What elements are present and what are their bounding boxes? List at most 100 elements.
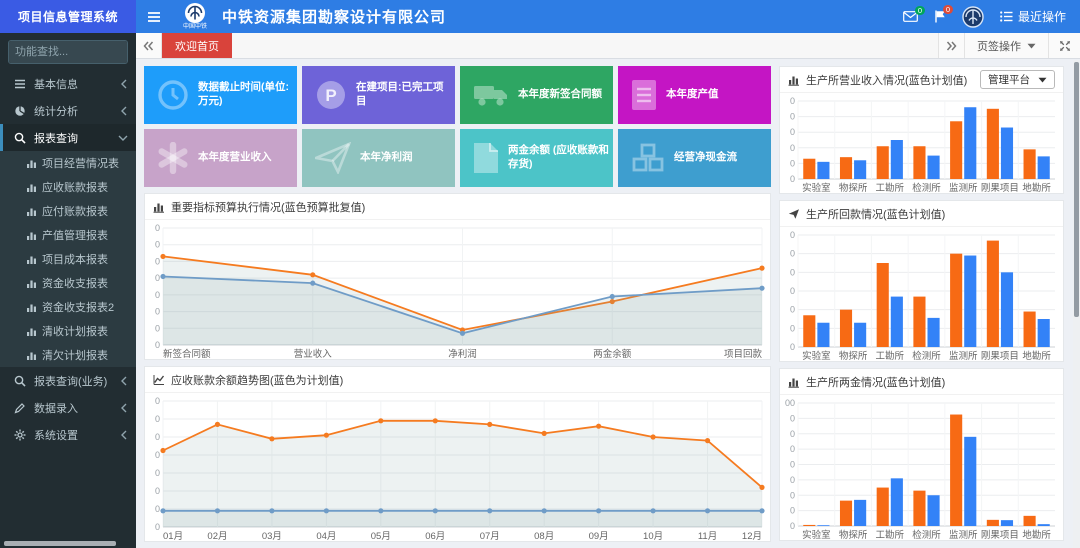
page-scrollbar-thumb[interactable] xyxy=(1074,62,1079,317)
svg-text:0: 0 xyxy=(790,506,795,516)
svg-text:09月: 09月 xyxy=(589,531,609,542)
svg-text:0: 0 xyxy=(155,486,160,496)
svg-text:04月: 04月 xyxy=(316,531,336,542)
sidebar-subitem-label: 清欠计划报表 xyxy=(42,347,108,363)
svg-text:实验室: 实验室 xyxy=(802,182,831,194)
tabs-scroll-right-button[interactable] xyxy=(938,33,964,58)
sidebar-item-4[interactable]: 数据录入 xyxy=(0,394,136,421)
kpi-card-7[interactable]: 经营净现金流 xyxy=(618,129,771,187)
caret-down-icon xyxy=(1027,43,1036,49)
bar-chart-icon xyxy=(26,278,36,288)
kpi-card-3[interactable]: 本年度产值 xyxy=(618,66,771,124)
sidebar-scrollbar[interactable] xyxy=(4,541,116,546)
pie-icon xyxy=(14,105,26,117)
sidebar-subitem[interactable]: 清收计划报表 xyxy=(0,319,136,343)
chart-area[interactable]: 0000000000实验室物探所工勘所检测所监测所刚果项目地勘所 xyxy=(780,395,1063,541)
svg-text:0: 0 xyxy=(155,450,160,460)
paper-plane-icon xyxy=(788,208,800,220)
svg-text:0: 0 xyxy=(155,307,160,317)
kpi-card-0[interactable]: 数据截止时间(单位: 万元) xyxy=(144,66,297,124)
tab-operations-dropdown[interactable]: 页签操作 xyxy=(964,33,1048,58)
sidebar-search xyxy=(8,40,128,64)
sidebar-subitem[interactable]: 资金收支报表2 xyxy=(0,295,136,319)
header-actions: 0 0 最近操作 xyxy=(903,6,1080,28)
notifications-count-badge: 0 xyxy=(943,5,953,14)
sidebar-subitem[interactable]: 清欠计划报表 xyxy=(0,343,136,367)
chart-area[interactable]: 0000000001月02月03月04月05月06月07月08月09月10月11… xyxy=(145,393,770,542)
sidebar-subitem[interactable]: 应收账款报表 xyxy=(0,175,136,199)
sidebar-item-5[interactable]: 系统设置 xyxy=(0,421,136,448)
svg-text:0: 0 xyxy=(790,475,795,485)
notifications-button[interactable]: 0 xyxy=(934,10,946,23)
user-emblem-button[interactable] xyxy=(962,6,984,28)
cubes-icon xyxy=(631,143,665,173)
svg-text:03月: 03月 xyxy=(262,531,282,542)
bar-chart-icon xyxy=(26,158,36,168)
svg-text:0: 0 xyxy=(790,305,795,315)
svg-text:刚果项目: 刚果项目 xyxy=(981,183,1019,194)
panel-header: 生产所两金情况(蓝色计划值) xyxy=(780,369,1063,395)
chart-area[interactable]: 0000000实验室物探所工勘所检测所监测所刚果项目地勘所 xyxy=(780,227,1063,362)
dashboard-content: 数据截止时间(单位: 万元)P在建项目:已完工项目本年度新签合同额本年度产值本年… xyxy=(136,60,1070,548)
tab-welcome-home[interactable]: 欢迎首页 xyxy=(162,33,232,58)
sidebar-toggle-button[interactable] xyxy=(136,0,172,33)
sidebar-subitem-label: 资金收支报表 xyxy=(42,275,108,291)
fullscreen-toggle-button[interactable] xyxy=(1048,33,1080,58)
sidebar-subitem-label: 清收计划报表 xyxy=(42,323,108,339)
bar-chart-icon xyxy=(26,350,36,360)
kpi-card-6[interactable]: 两金余额 (应收账款和存货) xyxy=(460,129,613,187)
svg-text:12月: 12月 xyxy=(742,531,762,542)
sidebar-subitem-label: 资金收支报表2 xyxy=(42,299,114,315)
sidebar-subitem[interactable]: 产值管理报表 xyxy=(0,223,136,247)
svg-text:0: 0 xyxy=(155,432,160,442)
tabs-scroll-left-button[interactable] xyxy=(136,33,162,58)
panel-header: 生产所回款情况(蓝色计划值) xyxy=(780,201,1063,227)
svg-text:0: 0 xyxy=(790,342,795,352)
svg-text:0: 0 xyxy=(155,290,160,300)
messages-button[interactable]: 0 xyxy=(903,11,918,22)
sidebar-subitem[interactable]: 应付账款报表 xyxy=(0,199,136,223)
caret-down-icon xyxy=(1038,77,1047,83)
chart-title: 生产所营业收入情况(蓝色计划值) xyxy=(806,72,967,88)
sidebar-item-3[interactable]: 报表查询(业务) xyxy=(0,367,136,394)
sidebar-subitem[interactable]: 项目成本报表 xyxy=(0,247,136,271)
chevron-down-icon xyxy=(118,134,128,142)
svg-text:营业收入: 营业收入 xyxy=(294,348,333,360)
app-title: 项目信息管理系统 xyxy=(0,0,136,33)
svg-text:0: 0 xyxy=(155,414,160,424)
sidebar-item-1[interactable]: 统计分析 xyxy=(0,97,136,124)
sidebar-item-0[interactable]: 基本信息 xyxy=(0,70,136,97)
emblem-icon xyxy=(962,6,984,28)
kpi-card-5[interactable]: 本年净利润 xyxy=(302,129,455,187)
sidebar-item-label: 报表查询 xyxy=(34,130,110,146)
sidebar-subitem-label: 应收账款报表 xyxy=(42,179,108,195)
svg-text:0: 0 xyxy=(790,460,795,470)
sidebar-subitem[interactable]: 项目经营情况表 xyxy=(0,151,136,175)
p-circle-icon: P xyxy=(315,79,347,111)
bar-chart-icon xyxy=(788,74,800,86)
svg-text:刚果项目: 刚果项目 xyxy=(981,530,1019,541)
kpi-card-2[interactable]: 本年度新签合同额 xyxy=(460,66,613,124)
file-icon xyxy=(473,142,499,174)
truck-icon xyxy=(473,82,509,108)
search-icon xyxy=(14,375,26,387)
kpi-card-1[interactable]: P在建项目:已完工项目 xyxy=(302,66,455,124)
sidebar-subitem[interactable]: 资金收支报表 xyxy=(0,271,136,295)
platform-select-value: 管理平台 xyxy=(988,72,1030,87)
search-input[interactable] xyxy=(9,41,128,63)
kpi-card-4[interactable]: 本年度营业收入 xyxy=(144,129,297,187)
chevron-left-icon xyxy=(120,376,128,386)
svg-text:0: 0 xyxy=(155,323,160,333)
chart-area[interactable]: 00000000新签合同额营业收入净利润两金余额项目回款 xyxy=(145,220,770,360)
recent-operations-label: 最近操作 xyxy=(1018,8,1066,25)
svg-text:0: 0 xyxy=(790,112,795,122)
chart-area[interactable]: 000000实验室物探所工勘所检测所监测所刚果项目地勘所 xyxy=(780,93,1063,194)
svg-text:0: 0 xyxy=(790,143,795,153)
recent-operations-button[interactable]: 最近操作 xyxy=(1000,8,1066,25)
platform-select[interactable]: 管理平台 xyxy=(980,70,1055,89)
right-column: 生产所营业收入情况(蓝色计划值)管理平台000000实验室物探所工勘所检测所监测… xyxy=(779,66,1064,548)
panel-prod-twofunds-chart: 生产所两金情况(蓝色计划值)0000000000实验室物探所工勘所检测所监测所刚… xyxy=(779,368,1064,541)
bar-chart-icon xyxy=(153,201,165,213)
sidebar-item-2[interactable]: 报表查询 xyxy=(0,124,136,151)
page-scrollbar-track xyxy=(1073,60,1080,548)
